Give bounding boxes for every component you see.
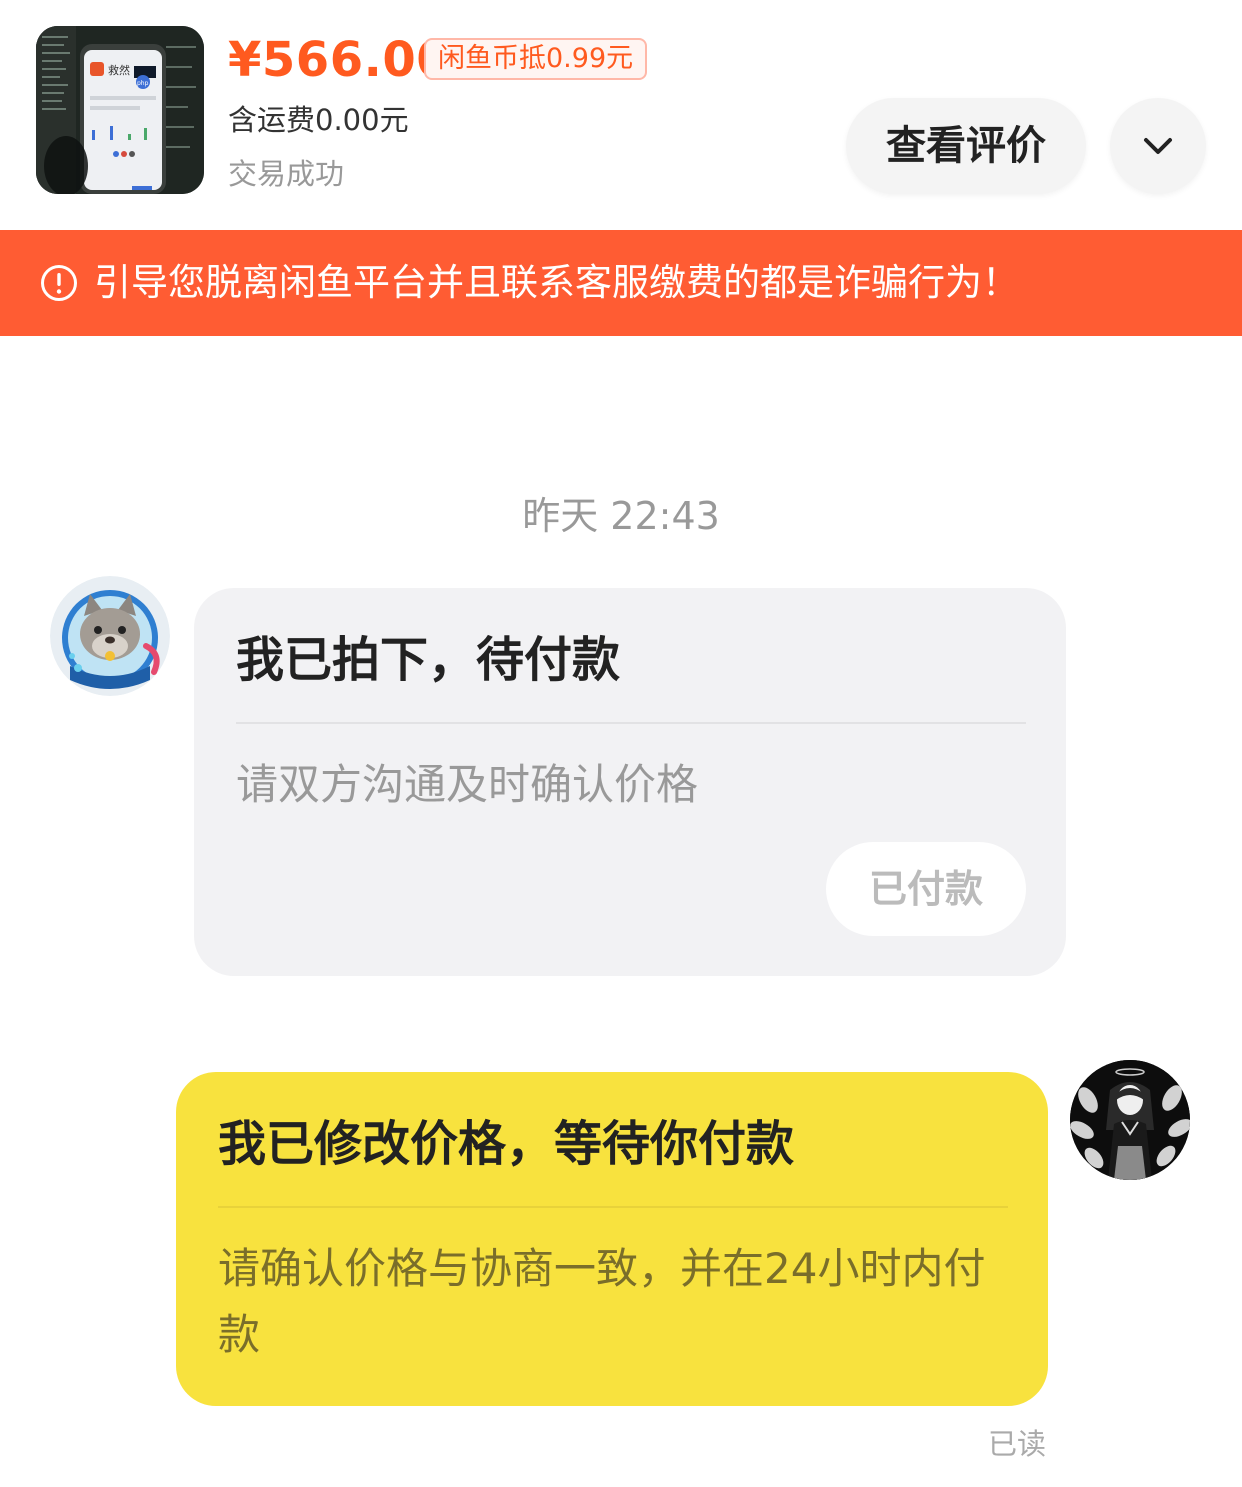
paid-button[interactable]: 已付款	[826, 842, 1026, 936]
fraud-warning-banner: 引导您脱离闲鱼平台并且联系客服缴费的都是诈骗行为！	[0, 230, 1242, 336]
price-modified-message-card[interactable]: 我已修改价格，等待你付款 请确认价格与协商一致，并在24小时内付款	[176, 1072, 1048, 1406]
message-title: 我已修改价格，等待你付款	[218, 1116, 795, 1172]
read-receipt: 已读	[988, 1427, 1047, 1461]
chevron-down-icon	[1144, 138, 1172, 154]
product-photo: 救然 php	[36, 26, 204, 194]
order-price: ¥566.00	[228, 32, 451, 88]
seller-avatar[interactable]	[50, 576, 170, 696]
warning-text: 引导您脱离闲鱼平台并且联系客服缴费的都是诈骗行为！	[94, 261, 1019, 304]
message-subtitle: 请双方沟通及时确认价格	[236, 760, 699, 809]
message-divider	[236, 722, 1026, 724]
view-review-button[interactable]: 查看评价	[846, 98, 1086, 194]
order-status: 交易成功	[228, 157, 345, 191]
coin-discount-badge: 闲鱼币抵0.99元	[424, 38, 648, 80]
thumb-logo-text: 救然	[108, 63, 130, 77]
order-summary-card[interactable]: 救然 php ¥566.00 闲鱼币抵0.99元 含运费0.00元 交易成功 查…	[0, 0, 1242, 230]
message-subtitle: 请确认价格与协商一致，并在24小时内付款	[218, 1244, 986, 1359]
order-placed-message-card[interactable]: 我已拍下，待付款 请双方沟通及时确认价格 已付款	[194, 588, 1066, 976]
thumb-corner-badge: php	[137, 80, 149, 87]
product-thumbnail[interactable]: 救然 php	[36, 26, 204, 194]
message-divider	[218, 1206, 1008, 1208]
shipping-fee: 含运费0.00元	[228, 103, 409, 137]
user-avatar[interactable]	[1070, 1060, 1190, 1180]
exclamation-circle-icon	[41, 265, 77, 301]
anime-girl-avatar-icon	[1070, 1060, 1190, 1180]
cat-astronaut-avatar-icon	[50, 576, 170, 696]
expand-button[interactable]	[1110, 98, 1206, 194]
message-title: 我已拍下，待付款	[236, 632, 621, 688]
message-timestamp: 昨天 22:43	[522, 494, 720, 538]
